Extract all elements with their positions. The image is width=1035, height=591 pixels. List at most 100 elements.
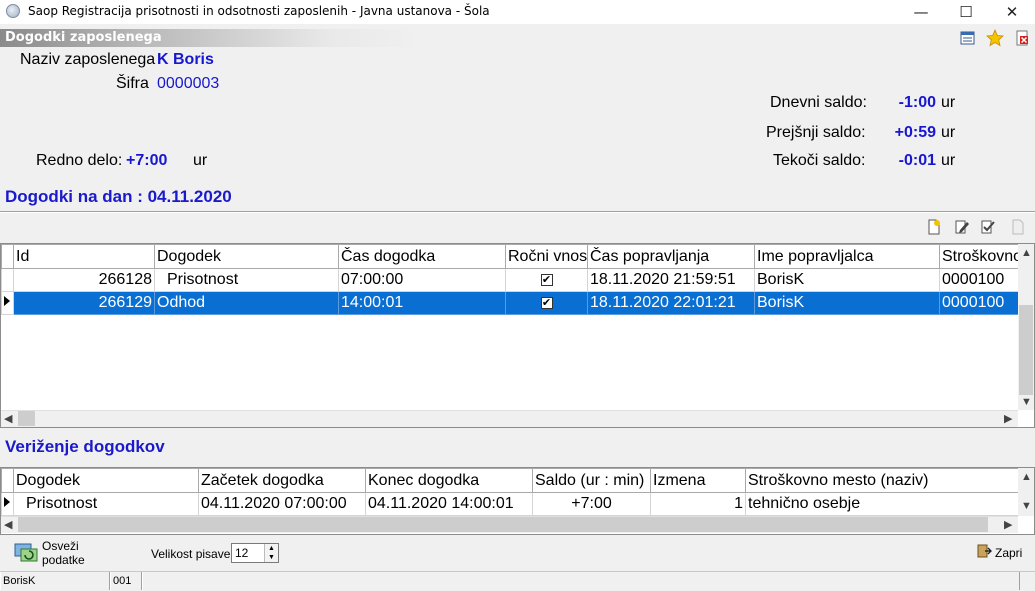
- cell-end: 04.11.2020 14:00:01: [365, 492, 533, 516]
- font-size-value: 12: [235, 546, 249, 560]
- cell-event: Odhod: [154, 291, 339, 315]
- table-row[interactable]: 266128 Prisotnost 07:00:00 ✔ 18.11.2020 …: [1, 268, 1022, 292]
- exit-icon[interactable]: [1013, 29, 1031, 47]
- daily-balance-value: -1:00: [898, 94, 936, 111]
- employee-name: K Boris: [157, 51, 214, 68]
- row-indicator-header: [1, 468, 14, 493]
- current-balance-unit: ur: [941, 152, 956, 169]
- chaining-title: Veriženje dogodkov: [5, 437, 165, 456]
- col-header-event[interactable]: Dogodek: [13, 468, 199, 493]
- status-user: BorisK: [0, 572, 110, 590]
- chaining-header-row: Dogodek Začetek dogodka Konec dogodka Sa…: [1, 468, 1022, 493]
- list-icon[interactable]: [959, 29, 977, 47]
- cell-cost-center: tehnično osebje: [745, 492, 1022, 516]
- col-header-event[interactable]: Dogodek: [154, 244, 339, 269]
- col-header-start[interactable]: Začetek dogodka: [198, 468, 366, 493]
- previous-balance-value: +0:59: [894, 124, 936, 141]
- close-form-button[interactable]: Zapri: [976, 543, 1022, 562]
- close-window-button[interactable]: ✕: [989, 0, 1035, 24]
- cell-shift: 1: [650, 492, 746, 516]
- scroll-up-arrow[interactable]: ▲: [1021, 471, 1032, 483]
- font-size-stepper[interactable]: 12 ▲ ▼: [231, 543, 279, 563]
- previous-balance-unit: ur: [941, 124, 956, 141]
- checkbox-checked[interactable]: ✔: [540, 296, 553, 309]
- divider: [0, 211, 1035, 213]
- window-title: Saop Registracija prisotnosti in odsotno…: [28, 4, 490, 18]
- cell-editor: BorisK: [754, 268, 940, 292]
- new-record-icon[interactable]: [926, 219, 942, 235]
- table-row[interactable]: Prisotnost 04.11.2020 07:00:00 04.11.202…: [1, 492, 1022, 516]
- col-header-shift[interactable]: Izmena: [650, 468, 746, 493]
- code-label: Šifra: [116, 75, 149, 92]
- app-icon: [6, 4, 20, 18]
- current-balance-label: Tekoči saldo:: [773, 152, 866, 169]
- daily-balance-label: Dnevni saldo:: [770, 94, 867, 111]
- scroll-left-arrow[interactable]: ◀: [4, 412, 12, 425]
- col-header-editor[interactable]: Ime popravljalca: [754, 244, 940, 269]
- edit-record-icon[interactable]: [954, 219, 970, 235]
- row-indicator-header: [1, 244, 14, 269]
- events-hscroll[interactable]: [1, 410, 1018, 427]
- cell-manual-entry[interactable]: ✔: [505, 291, 588, 315]
- previous-balance-label: Prejšnji saldo:: [766, 124, 866, 141]
- current-balance-value: -0:01: [898, 152, 936, 169]
- stepper-arrows-icon[interactable]: ▲ ▼: [264, 544, 278, 562]
- employee-code: 0000003: [157, 75, 220, 92]
- cell-event: Prisotnost: [13, 492, 199, 516]
- cell-cost: 0000100: [939, 291, 1022, 315]
- maximize-button[interactable]: ☐: [943, 0, 989, 24]
- cell-event: Prisotnost: [154, 268, 339, 292]
- events-grid: Id Dogodek Čas dogodka Ročni vnos Čas po…: [0, 243, 1035, 428]
- events-hscroll-thumb[interactable]: [18, 411, 35, 426]
- col-header-event-time[interactable]: Čas dogodka: [338, 244, 506, 269]
- chaining-hscroll-thumb[interactable]: [18, 517, 988, 532]
- regular-work-unit: ur: [193, 152, 208, 169]
- status-message: [142, 572, 1020, 590]
- cell-event-time: 07:00:00: [338, 268, 506, 292]
- cell-id: 266129: [13, 291, 155, 315]
- delete-record-icon: [1010, 219, 1026, 235]
- row-indicator-current: [1, 291, 14, 315]
- cell-id: 266128: [13, 268, 155, 292]
- employee-name-label: Naziv zaposlenega: [20, 51, 156, 68]
- font-size-label: Velikost pisave:: [151, 547, 234, 561]
- daily-balance-unit: ur: [941, 94, 956, 111]
- scroll-down-arrow[interactable]: ▼: [1021, 396, 1032, 408]
- scroll-down-arrow[interactable]: ▼: [1021, 500, 1032, 512]
- star-icon[interactable]: [986, 28, 1004, 47]
- cell-edit-time: 18.11.2020 22:01:21: [587, 291, 755, 315]
- status-code: 001: [110, 572, 142, 590]
- col-header-end[interactable]: Konec dogodka: [365, 468, 533, 493]
- refresh-button[interactable]: Osveži podatke: [14, 539, 124, 567]
- cell-edit-time: 18.11.2020 21:59:51: [587, 268, 755, 292]
- cell-editor: BorisK: [754, 291, 940, 315]
- scroll-right-arrow[interactable]: ▶: [1004, 412, 1012, 425]
- events-vscroll-thumb[interactable]: [1019, 305, 1033, 395]
- scroll-up-arrow[interactable]: ▲: [1021, 247, 1032, 259]
- events-header-row: Id Dogodek Čas dogodka Ročni vnos Čas po…: [1, 244, 1022, 269]
- col-header-id[interactable]: Id: [13, 244, 155, 269]
- refresh-icon: [14, 541, 38, 566]
- scroll-left-arrow[interactable]: ◀: [4, 518, 12, 531]
- close-label: Zapri: [995, 545, 1023, 560]
- regular-work-value: +7:00: [126, 152, 168, 169]
- caption-title: Dogodki zaposlenega: [5, 30, 162, 45]
- edit-check-icon[interactable]: [980, 219, 996, 235]
- scroll-right-arrow[interactable]: ▶: [1004, 518, 1012, 531]
- col-header-balance[interactable]: Saldo (ur : min): [532, 468, 651, 493]
- minimize-button[interactable]: —: [898, 0, 944, 24]
- col-header-cost-center[interactable]: Stroškovno mesto (naziv): [745, 468, 1022, 493]
- refresh-label: Osveži podatke: [42, 539, 85, 567]
- cell-cost: 0000100: [939, 268, 1022, 292]
- cell-start: 04.11.2020 07:00:00: [198, 492, 366, 516]
- checkbox-checked[interactable]: ✔: [540, 273, 553, 286]
- col-header-cost[interactable]: Stroškovno: [939, 244, 1022, 269]
- table-row-selected[interactable]: 266129 Odhod 14:00:01 ✔ 18.11.2020 22:01…: [1, 291, 1022, 315]
- row-indicator-current: [1, 492, 14, 516]
- row-indicator: [1, 268, 14, 292]
- col-header-edit-time[interactable]: Čas popravljanja: [587, 244, 755, 269]
- cell-manual-entry[interactable]: ✔: [505, 268, 588, 292]
- close-door-icon: [976, 543, 992, 562]
- col-header-manual-entry[interactable]: Ročni vnos: [505, 244, 588, 269]
- regular-work-label: Redno delo:: [36, 152, 123, 169]
